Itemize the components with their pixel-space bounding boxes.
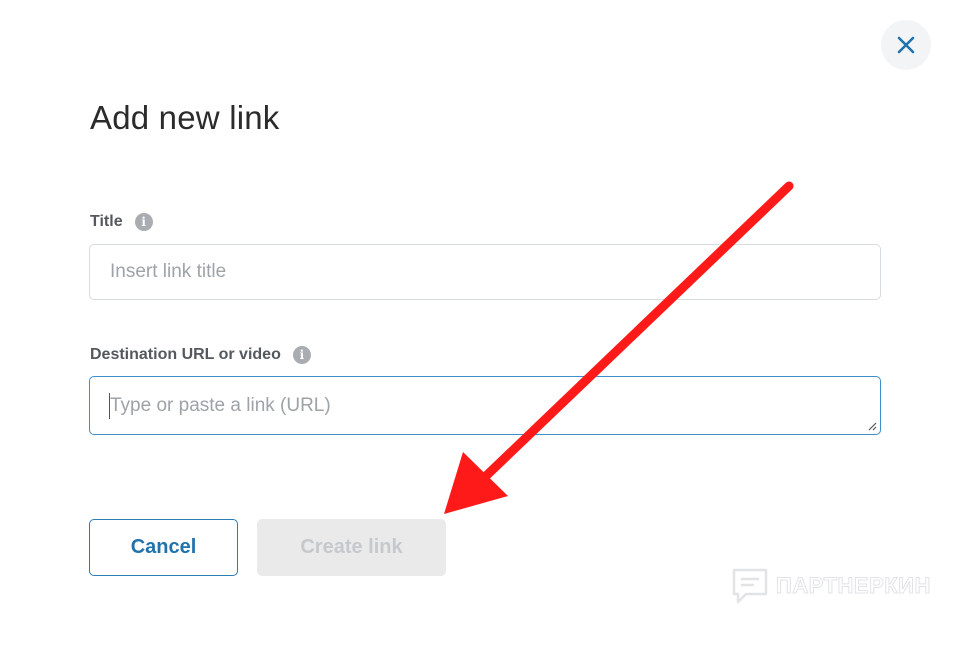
create-link-button[interactable]: Create link — [257, 519, 446, 576]
url-label: Destination URL or video i — [90, 346, 311, 364]
title-label-text: Title — [90, 213, 123, 230]
chat-bubble-icon — [732, 568, 768, 604]
add-link-dialog: Add new link Title i Destination URL or … — [0, 0, 973, 658]
info-icon[interactable]: i — [292, 346, 311, 364]
cancel-button-label: Cancel — [130, 536, 197, 558]
cancel-button[interactable]: Cancel — [89, 519, 238, 576]
title-input[interactable] — [110, 261, 880, 283]
close-button[interactable] — [881, 20, 931, 70]
close-icon — [897, 36, 915, 54]
watermark-text: ПАРТНЕРКИН — [776, 573, 931, 599]
create-link-button-label: Create link — [300, 536, 403, 558]
url-input-container[interactable] — [89, 376, 881, 435]
info-icon[interactable]: i — [134, 213, 153, 231]
title-label: Title i — [90, 213, 153, 231]
dialog-title: Add new link — [90, 99, 280, 136]
url-input[interactable] — [110, 394, 880, 417]
resize-grip-icon[interactable] — [867, 421, 877, 431]
title-input-container[interactable] — [89, 244, 881, 300]
url-label-text: Destination URL or video — [90, 346, 281, 363]
watermark: ПАРТНЕРКИН — [730, 566, 931, 606]
